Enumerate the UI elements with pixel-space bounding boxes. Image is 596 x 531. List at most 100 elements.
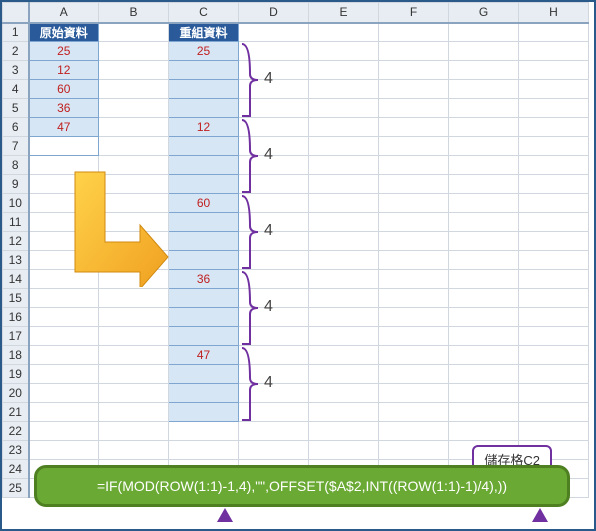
cell-G3[interactable] <box>449 61 519 80</box>
cell-G4[interactable] <box>449 80 519 99</box>
col-header-A[interactable]: A <box>29 3 99 23</box>
cell-D3[interactable] <box>239 61 309 80</box>
cell-F7[interactable] <box>379 137 449 156</box>
cell-F22[interactable] <box>379 422 449 441</box>
cell-D6[interactable] <box>239 118 309 137</box>
cell-F8[interactable] <box>379 156 449 175</box>
cell-B2[interactable] <box>99 42 169 61</box>
cell-F18[interactable] <box>379 346 449 365</box>
cell-D13[interactable] <box>239 251 309 270</box>
row-header[interactable]: 18 <box>3 346 29 365</box>
cell-B14[interactable] <box>99 270 169 289</box>
cell-E22[interactable] <box>309 422 379 441</box>
row-header[interactable]: 12 <box>3 232 29 251</box>
cell-F9[interactable] <box>379 175 449 194</box>
cell-E4[interactable] <box>309 80 379 99</box>
cell-B23[interactable] <box>99 441 169 460</box>
row-header[interactable]: 22 <box>3 422 29 441</box>
cell-H6[interactable] <box>519 118 589 137</box>
row-header[interactable]: 19 <box>3 365 29 384</box>
row-header[interactable]: 14 <box>3 270 29 289</box>
cell-G6[interactable] <box>449 118 519 137</box>
cell-F10[interactable] <box>379 194 449 213</box>
cell-B16[interactable] <box>99 308 169 327</box>
cell-H11[interactable] <box>519 213 589 232</box>
row-header[interactable]: 17 <box>3 327 29 346</box>
cell-D12[interactable] <box>239 232 309 251</box>
cell-H12[interactable] <box>519 232 589 251</box>
cell-H5[interactable] <box>519 99 589 118</box>
cell-A5[interactable]: 36 <box>29 99 99 118</box>
cell-C14[interactable]: 36 <box>169 270 239 289</box>
cell-E16[interactable] <box>309 308 379 327</box>
cell-H18[interactable] <box>519 346 589 365</box>
cell-E12[interactable] <box>309 232 379 251</box>
cell-B19[interactable] <box>99 365 169 384</box>
cell-F6[interactable] <box>379 118 449 137</box>
cell-B13[interactable] <box>99 251 169 270</box>
col-header-B[interactable]: B <box>99 3 169 23</box>
cell-E9[interactable] <box>309 175 379 194</box>
row-header[interactable]: 11 <box>3 213 29 232</box>
col-header-H[interactable]: H <box>519 3 589 23</box>
cell-D11[interactable] <box>239 213 309 232</box>
cell-C2[interactable]: 25 <box>169 42 239 61</box>
cell-C7[interactable] <box>169 137 239 156</box>
cell-D14[interactable] <box>239 270 309 289</box>
cell-E19[interactable] <box>309 365 379 384</box>
cell-D1[interactable] <box>239 23 309 42</box>
cell-D16[interactable] <box>239 308 309 327</box>
cell-E23[interactable] <box>309 441 379 460</box>
cell-D20[interactable] <box>239 384 309 403</box>
row-header[interactable]: 4 <box>3 80 29 99</box>
cell-G13[interactable] <box>449 251 519 270</box>
cell-C10[interactable]: 60 <box>169 194 239 213</box>
row-header[interactable]: 9 <box>3 175 29 194</box>
cell-C18[interactable]: 47 <box>169 346 239 365</box>
cell-B12[interactable] <box>99 232 169 251</box>
cell-D4[interactable] <box>239 80 309 99</box>
cell-A19[interactable] <box>29 365 99 384</box>
cell-A3[interactable]: 12 <box>29 61 99 80</box>
cell-A22[interactable] <box>29 422 99 441</box>
cell-C23[interactable] <box>169 441 239 460</box>
corner-cell[interactable] <box>3 3 29 23</box>
cell-D22[interactable] <box>239 422 309 441</box>
cell-C17[interactable] <box>169 327 239 346</box>
cell-H4[interactable] <box>519 80 589 99</box>
cell-G7[interactable] <box>449 137 519 156</box>
row-header[interactable]: 1 <box>3 23 29 42</box>
cell-E1[interactable] <box>309 23 379 42</box>
row-header[interactable]: 5 <box>3 99 29 118</box>
cell-H2[interactable] <box>519 42 589 61</box>
cell-E13[interactable] <box>309 251 379 270</box>
cell-A12[interactable] <box>29 232 99 251</box>
cell-A17[interactable] <box>29 327 99 346</box>
cell-F17[interactable] <box>379 327 449 346</box>
cell-A7[interactable] <box>29 137 99 156</box>
row-header[interactable]: 25 <box>3 479 29 498</box>
cell-A13[interactable] <box>29 251 99 270</box>
cell-B5[interactable] <box>99 99 169 118</box>
cell-G11[interactable] <box>449 213 519 232</box>
cell-B7[interactable] <box>99 137 169 156</box>
cell-C21[interactable] <box>169 403 239 422</box>
cell-B20[interactable] <box>99 384 169 403</box>
cell-B6[interactable] <box>99 118 169 137</box>
cell-B3[interactable] <box>99 61 169 80</box>
cell-D15[interactable] <box>239 289 309 308</box>
cell-G12[interactable] <box>449 232 519 251</box>
col-header-D[interactable]: D <box>239 3 309 23</box>
cell-A1[interactable]: 原始資料 <box>29 23 99 42</box>
cell-C4[interactable] <box>169 80 239 99</box>
row-header[interactable]: 21 <box>3 403 29 422</box>
cell-A2[interactable]: 25 <box>29 42 99 61</box>
cell-H21[interactable] <box>519 403 589 422</box>
cell-A18[interactable] <box>29 346 99 365</box>
cell-D8[interactable] <box>239 156 309 175</box>
cell-G8[interactable] <box>449 156 519 175</box>
col-header-F[interactable]: F <box>379 3 449 23</box>
row-header[interactable]: 3 <box>3 61 29 80</box>
cell-E20[interactable] <box>309 384 379 403</box>
cell-H10[interactable] <box>519 194 589 213</box>
